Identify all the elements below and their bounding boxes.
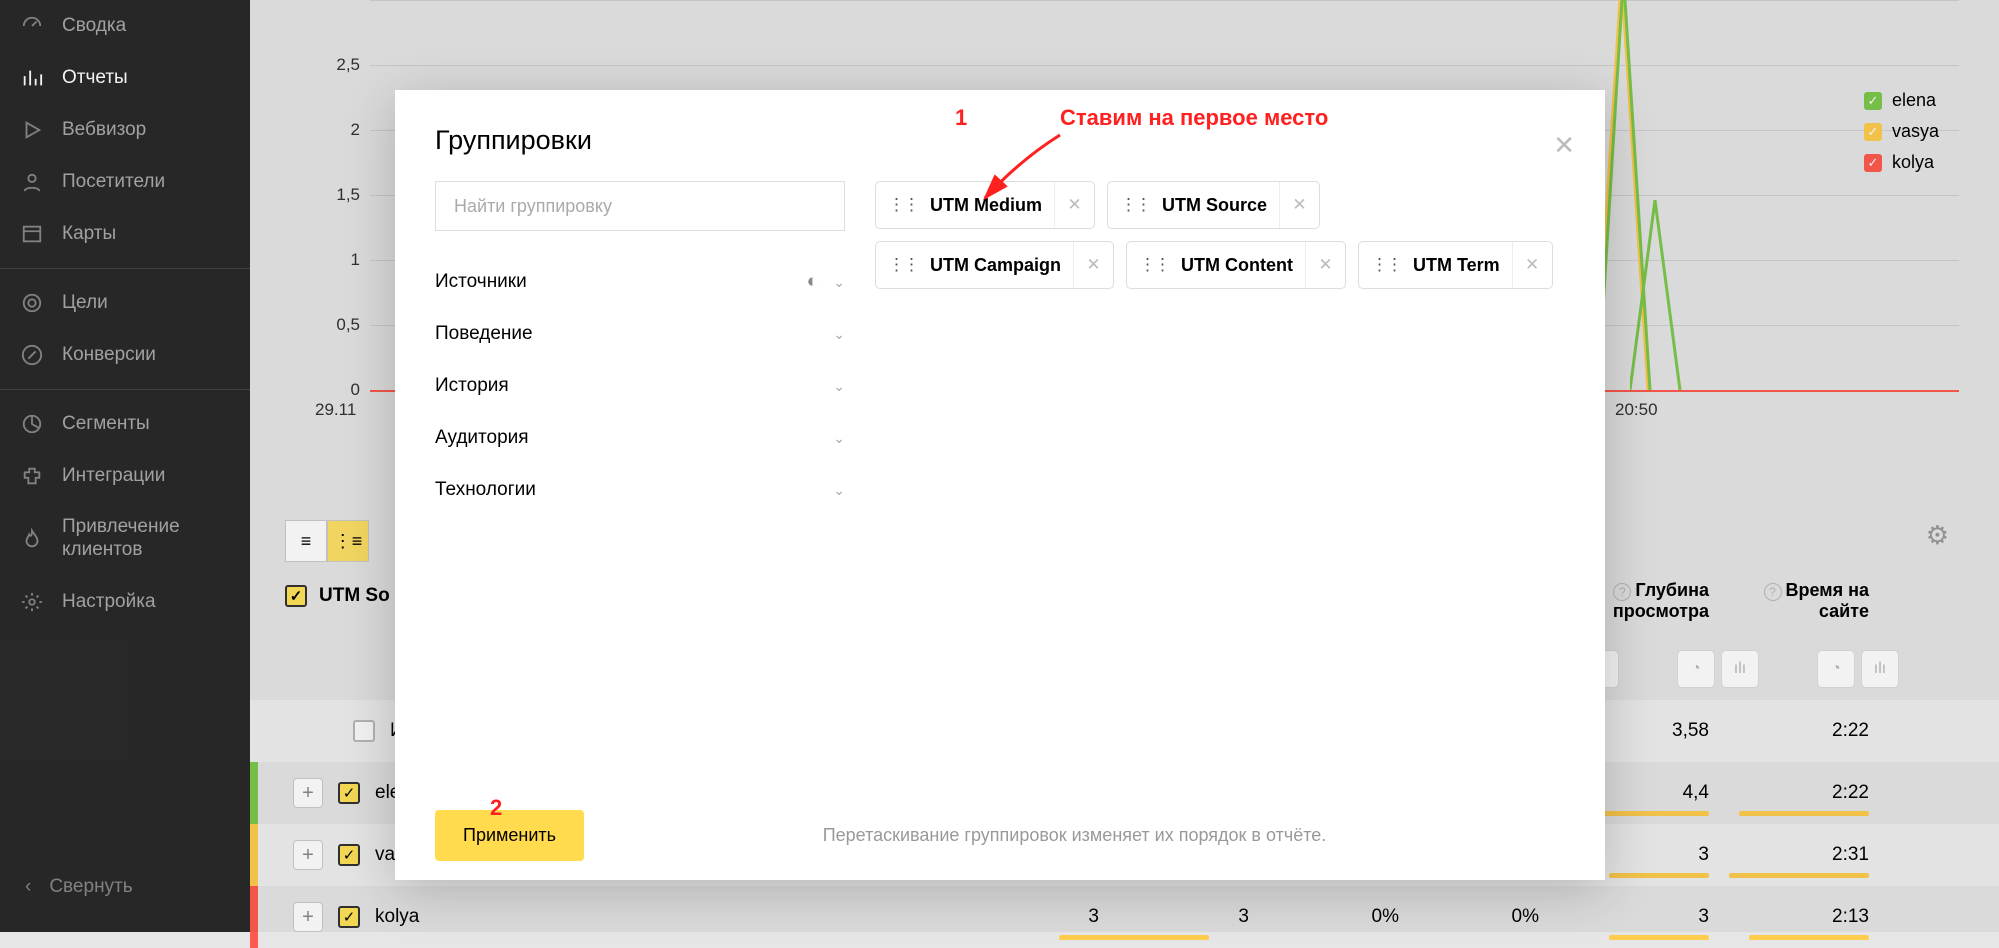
remove-tag-icon[interactable]: ✕ [1054,182,1094,228]
grouping-tag[interactable]: ⋮⋮UTM Medium✕ [875,181,1095,229]
half-circle-icon: ◐ [807,271,818,293]
category-label: Поведение [435,323,533,345]
category-label: Технологии [435,479,536,501]
category-label: Аудитория [435,427,529,449]
tag-label: UTM Term [1407,255,1512,276]
sparkline [1609,935,1709,940]
category-item[interactable]: История ⌄ [435,360,845,412]
remove-tag-icon[interactable]: ✕ [1512,242,1552,288]
category-item[interactable]: Аудитория ⌄ [435,412,845,464]
selected-tags: ⋮⋮UTM Medium✕ ⋮⋮UTM Source✕ ⋮⋮UTM Campai… [875,181,1565,516]
tag-label: UTM Content [1175,255,1305,276]
drag-handle-icon[interactable]: ⋮⋮ [1127,255,1175,275]
modal-overlay[interactable]: Группировки ✕ Источники ◐ ⌄ Поведение ⌄ Ист… [0,0,1999,932]
grouping-tag[interactable]: ⋮⋮UTM Source✕ [1107,181,1320,229]
modal-left-panel: Источники ◐ ⌄ Поведение ⌄ История ⌄ Аудитори… [435,181,875,516]
modal-title: Группировки [395,90,1605,181]
category-label: Источники [435,271,527,293]
drag-handle-icon[interactable]: ⋮⋮ [1108,195,1156,215]
chevron-down-icon: ⌄ [833,326,845,343]
remove-tag-icon[interactable]: ✕ [1073,242,1113,288]
grouping-tag[interactable]: ⋮⋮UTM Term✕ [1358,241,1553,289]
category-label: История [435,375,509,397]
apply-button[interactable]: Применить [435,810,584,861]
grouping-tag[interactable]: ⋮⋮UTM Campaign✕ [875,241,1114,289]
sparkline [1749,935,1869,940]
tag-label: UTM Source [1156,195,1279,216]
search-input[interactable] [435,181,845,231]
drag-handle-icon[interactable]: ⋮⋮ [876,255,924,275]
category-item[interactable]: Технологии ⌄ [435,464,845,516]
category-list: Источники ◐ ⌄ Поведение ⌄ История ⌄ Аудитори… [435,256,845,516]
category-item[interactable]: Поведение ⌄ [435,308,845,360]
remove-tag-icon[interactable]: ✕ [1305,242,1345,288]
groupings-modal: Группировки ✕ Источники ◐ ⌄ Поведение ⌄ Ист… [395,90,1605,880]
close-icon[interactable]: ✕ [1553,130,1575,161]
chevron-down-icon: ⌄ [833,274,845,291]
drag-handle-icon[interactable]: ⋮⋮ [876,195,924,215]
tag-label: UTM Medium [924,195,1054,216]
remove-tag-icon[interactable]: ✕ [1279,182,1319,228]
modal-footer: Применить Перетаскивание группировок изм… [395,790,1605,880]
chevron-down-icon: ⌄ [833,482,845,499]
grouping-tag[interactable]: ⋮⋮UTM Content✕ [1126,241,1346,289]
category-item[interactable]: Источники ◐ ⌄ [435,256,845,308]
tag-label: UTM Campaign [924,255,1073,276]
sparkline [1059,935,1209,940]
chevron-down-icon: ⌄ [833,378,845,395]
drag-handle-icon[interactable]: ⋮⋮ [1359,255,1407,275]
chevron-down-icon: ⌄ [833,430,845,447]
modal-hint: Перетаскивание группировок изменяет их п… [584,825,1565,846]
